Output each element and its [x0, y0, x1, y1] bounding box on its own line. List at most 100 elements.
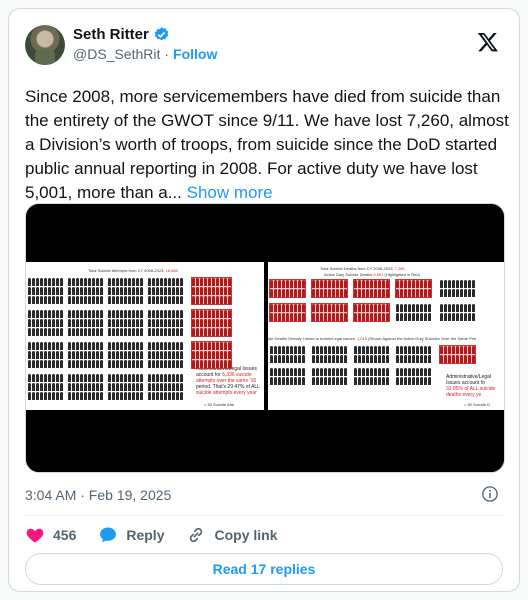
soldier-figure	[428, 346, 431, 354]
author-handle[interactable]: @DS_SethRit	[73, 46, 160, 62]
soldier-figure	[448, 280, 451, 288]
soldier-figure	[358, 313, 361, 321]
x-logo-icon[interactable]	[477, 31, 499, 53]
soldier-figure	[96, 287, 99, 295]
soldier-figure	[220, 296, 223, 304]
soldier-figure	[72, 360, 75, 368]
soldier-figure	[228, 278, 231, 286]
soldier-figure	[32, 287, 35, 295]
soldier-figure	[32, 278, 35, 286]
tweet-media[interactable]: Total Suicide Attempts from CY 2008-2023…	[25, 203, 505, 473]
soldier-figure	[36, 360, 39, 368]
soldier-figure	[400, 304, 403, 312]
soldier-figure	[386, 377, 389, 385]
soldier-figure	[44, 310, 47, 318]
soldier-figure	[204, 351, 207, 359]
soldier-figure	[108, 351, 111, 359]
like-button[interactable]: 456	[25, 525, 76, 545]
soldier-figure	[112, 374, 115, 382]
soldier-figure	[366, 355, 369, 363]
soldier-figure	[196, 296, 199, 304]
soldier-figure	[460, 313, 463, 321]
soldier-figure	[168, 310, 171, 318]
soldier-figure	[140, 392, 143, 400]
tweet-timestamp[interactable]: 3:04 AM · Feb 19, 2025	[25, 487, 171, 503]
soldier-figure	[396, 355, 399, 363]
soldier-figure	[216, 319, 219, 327]
soldier-figure	[140, 296, 143, 304]
soldier-figure	[298, 289, 301, 297]
media-image-right[interactable]: Total Suicide Deaths from CY 2008-2023: …	[268, 204, 504, 472]
soldier-figure	[72, 342, 75, 350]
reply-button[interactable]: Reply	[98, 525, 164, 545]
soldier-figure	[116, 374, 119, 382]
soldier-figure	[354, 368, 357, 376]
soldier-figure	[208, 310, 211, 318]
soldier-figure	[160, 342, 163, 350]
soldier-figure	[378, 377, 381, 385]
soldier-figure	[224, 342, 227, 350]
soldier-figure	[60, 278, 63, 286]
soldier-figure	[270, 377, 273, 385]
figure-block	[354, 346, 389, 363]
soldier-figure	[302, 346, 305, 354]
soldier-figure	[100, 383, 103, 391]
infographic-legend: = 50 Suicide Atte	[204, 402, 235, 407]
soldier-figure	[400, 313, 403, 321]
soldier-figure	[76, 374, 79, 382]
soldier-figure	[128, 374, 131, 382]
soldier-figure	[52, 287, 55, 295]
soldier-figure	[220, 328, 223, 336]
soldier-figure	[156, 287, 159, 295]
soldier-figure	[100, 360, 103, 368]
soldier-figure	[84, 351, 87, 359]
soldier-figure	[160, 392, 163, 400]
soldier-figure	[420, 280, 423, 288]
soldier-figure	[298, 346, 301, 354]
follow-button[interactable]: Follow	[173, 46, 217, 62]
soldier-figure	[164, 278, 167, 286]
soldier-figure	[378, 346, 381, 354]
read-replies-button[interactable]: Read 17 replies	[25, 553, 503, 585]
soldier-figure	[424, 377, 427, 385]
soldier-figure	[72, 287, 75, 295]
soldier-figure	[290, 304, 293, 312]
soldier-figure	[386, 368, 389, 376]
soldier-figure	[132, 328, 135, 336]
soldier-figure	[36, 351, 39, 359]
author-info: Seth Ritter @DS_SethRit · Follow	[73, 26, 217, 62]
figure-block	[28, 374, 63, 400]
soldier-figure	[72, 319, 75, 327]
soldier-figure	[140, 328, 143, 336]
soldier-figure	[452, 289, 455, 297]
soldier-figure	[200, 310, 203, 318]
soldier-figure	[48, 310, 51, 318]
soldier-figure	[294, 377, 297, 385]
soldier-figure	[116, 328, 119, 336]
soldier-figure	[28, 328, 31, 336]
soldier-figure	[286, 355, 289, 363]
soldier-figure	[204, 310, 207, 318]
author-name[interactable]: Seth Ritter	[73, 26, 149, 43]
soldier-figure	[464, 280, 467, 288]
soldier-figure	[28, 392, 31, 400]
soldier-figure	[168, 296, 171, 304]
info-icon[interactable]	[481, 485, 499, 503]
soldier-figure	[216, 287, 219, 295]
copy-link-button[interactable]: Copy link	[186, 525, 278, 545]
soldier-figure	[396, 346, 399, 354]
soldier-figure	[124, 287, 127, 295]
soldier-figure	[72, 374, 75, 382]
soldier-figure	[302, 355, 305, 363]
soldier-figure	[180, 319, 183, 327]
show-more-link[interactable]: Show more	[187, 183, 273, 202]
avatar[interactable]	[25, 25, 65, 65]
media-image-left[interactable]: Total Suicide Attempts from CY 2008-2023…	[26, 204, 264, 472]
soldier-figure	[324, 304, 327, 312]
soldier-figure	[278, 355, 281, 363]
soldier-figure	[176, 392, 179, 400]
soldier-figure	[84, 360, 87, 368]
soldier-figure	[386, 313, 389, 321]
soldier-figure	[88, 360, 91, 368]
soldier-figure	[332, 346, 335, 354]
